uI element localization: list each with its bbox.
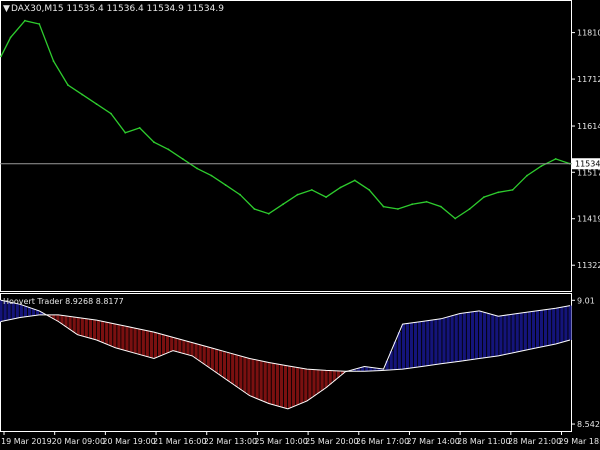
price-point — [24, 19, 26, 22]
price-point — [282, 203, 284, 206]
price-point — [52, 60, 55, 63]
price-tick-label: 11517.0 — [577, 168, 600, 177]
time-tick-label: 28 Mar 11:00 — [457, 437, 510, 446]
current-price-tag-label: 11534.9 — [575, 160, 600, 169]
price-point — [196, 167, 198, 170]
time-tick-label: 20 Mar 19:00 — [102, 437, 155, 446]
price-point — [253, 208, 256, 210]
price-tick-label: 11419.5 — [577, 215, 600, 224]
price-point — [9, 36, 12, 39]
price-point — [497, 191, 500, 194]
price-point — [239, 193, 242, 196]
price-point — [0, 55, 2, 58]
price-point — [483, 196, 485, 199]
time-tick-label: 19 Mar 2019 — [1, 437, 52, 446]
price-point — [540, 165, 543, 168]
price-point — [454, 217, 457, 220]
price-point — [110, 112, 112, 115]
time-tick-label: 25 Mar 20:00 — [305, 437, 358, 446]
indicator-tick-label: 8.5425 — [577, 420, 600, 429]
price-point — [468, 208, 471, 210]
indicator-title: Hoovert Trader 8.9268 8.8177 — [3, 297, 124, 306]
price-point — [325, 196, 327, 199]
price-point — [511, 189, 514, 191]
collapse-arrow-icon[interactable]: ▼ — [3, 4, 10, 14]
price-point — [353, 179, 356, 182]
price-point — [153, 141, 155, 144]
price-point — [224, 184, 227, 187]
time-tick-label: 29 Mar 18:00 — [559, 437, 600, 446]
price-point — [210, 174, 213, 177]
price-tick-label: 11614.0 — [577, 122, 600, 131]
current-price-tag: 11534.9 — [572, 158, 600, 170]
time-tick-label: 22 Mar 13:00 — [204, 437, 257, 446]
price-point — [339, 186, 342, 189]
price-tick-label: 11712.5 — [577, 75, 600, 84]
price-point — [124, 131, 127, 134]
time-tick-label: 21 Mar 16:00 — [153, 437, 206, 446]
price-point — [67, 84, 69, 86]
price-point — [95, 103, 98, 105]
price-point — [167, 148, 170, 151]
price-point — [411, 203, 414, 206]
symbol-info-label: DAX30,M15 11535.4 11536.4 11534.9 11534.… — [11, 4, 224, 14]
price-tick-label: 11322.0 — [577, 261, 600, 270]
time-tick-label: 28 Mar 21:00 — [508, 437, 561, 446]
price-point — [526, 174, 528, 177]
price-point — [425, 200, 428, 203]
time-tick-label: 20 Mar 09:00 — [52, 437, 105, 446]
price-point — [310, 189, 313, 191]
time-tick-label: 27 Mar 14:00 — [406, 437, 459, 446]
price-point — [382, 205, 385, 208]
price-point — [296, 193, 299, 196]
price-point — [38, 23, 41, 25]
price-point — [138, 127, 141, 129]
time-tick-label: 26 Mar 17:00 — [356, 437, 409, 446]
price-point — [81, 93, 84, 96]
price-point — [368, 189, 371, 191]
price-point — [554, 158, 557, 160]
price-point — [397, 208, 399, 210]
trading-chart-window[interactable]: ▼ DAX30,M15 11535.4 11536.4 11534.9 1153… — [0, 0, 600, 450]
indicator-tick-label: 9.01 — [577, 296, 595, 305]
time-tick-label: 25 Mar 10:00 — [254, 437, 307, 446]
price-point — [440, 205, 442, 208]
price-point — [267, 212, 270, 215]
price-tick-label: 11810.0 — [577, 29, 600, 38]
price-point — [181, 158, 184, 160]
chart-background — [0, 0, 600, 450]
